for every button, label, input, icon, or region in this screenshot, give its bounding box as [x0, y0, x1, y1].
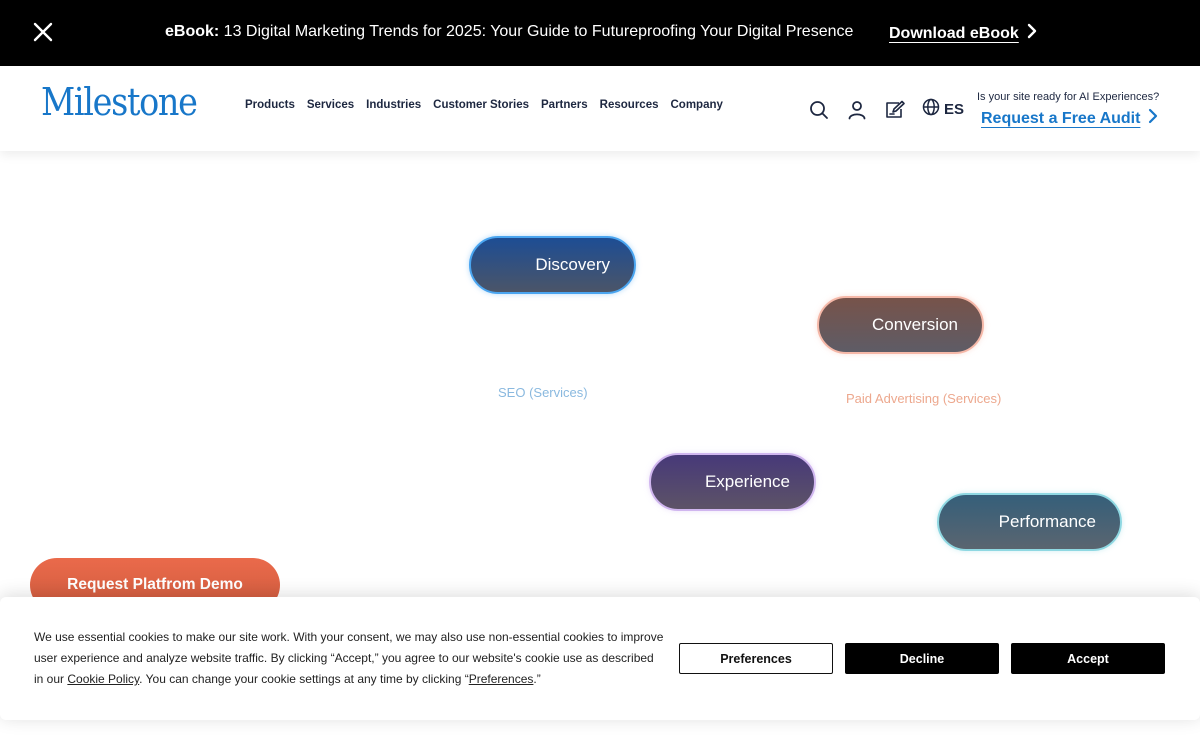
nav-products[interactable]: Products	[245, 99, 295, 111]
main-nav: Products Services Industries Customer St…	[245, 99, 735, 111]
accept-button[interactable]: Accept	[1011, 643, 1165, 674]
language-switcher[interactable]: ES	[922, 98, 964, 121]
performance-pill[interactable]: Performance	[937, 493, 1122, 551]
cookie-banner: We use essential cookies to make our sit…	[0, 597, 1200, 720]
user-icon[interactable]	[846, 99, 868, 121]
nav-partners[interactable]: Partners	[541, 99, 588, 111]
download-ebook-label: Download eBook	[889, 24, 1019, 42]
decline-button[interactable]: Decline	[845, 643, 999, 674]
experience-pill[interactable]: Experience	[649, 453, 816, 511]
promo-label: eBook:	[165, 23, 220, 40]
promo-title: 13 Digital Marketing Trends for 2025: Yo…	[219, 23, 854, 40]
language-label: ES	[944, 101, 965, 118]
download-ebook-link[interactable]: Download eBook	[889, 23, 1037, 44]
seo-services-link[interactable]: SEO (Services)	[498, 385, 588, 400]
globe-icon	[922, 98, 940, 121]
search-icon[interactable]	[808, 99, 830, 121]
header-icons: ES	[808, 98, 964, 121]
preferences-link[interactable]: Preferences	[469, 672, 534, 686]
discovery-pill[interactable]: Discovery	[469, 236, 636, 294]
preferences-button[interactable]: Preferences	[679, 643, 833, 674]
nav-industries[interactable]: Industries	[366, 99, 421, 111]
close-icon[interactable]	[32, 21, 54, 43]
cookie-text-2: . You can change your cookie settings at…	[139, 672, 469, 686]
nav-services[interactable]: Services	[307, 99, 354, 111]
cookie-message: We use essential cookies to make our sit…	[34, 627, 664, 690]
milestone-logo[interactable]: Milestone	[41, 80, 198, 124]
request-audit-link[interactable]: Request a Free Audit	[981, 108, 1158, 129]
site-header: Milestone Products Services Industries C…	[0, 66, 1200, 151]
paid-advertising-services-link[interactable]: Paid Advertising (Services)	[846, 391, 1001, 406]
chevron-right-icon	[1027, 23, 1037, 44]
audit-question: Is your site ready for AI Experiences?	[977, 91, 1160, 103]
promo-bar: eBook: 13 Digital Marketing Trends for 2…	[0, 0, 1200, 66]
conversion-pill[interactable]: Conversion	[817, 296, 984, 354]
nav-customer-stories[interactable]: Customer Stories	[433, 99, 529, 111]
chevron-right-icon	[1148, 108, 1158, 129]
cookie-text-3: .”	[533, 672, 541, 686]
cookie-policy-link[interactable]: Cookie Policy	[67, 672, 139, 686]
nav-resources[interactable]: Resources	[600, 99, 659, 111]
promo-text: eBook: 13 Digital Marketing Trends for 2…	[165, 23, 853, 41]
nav-company[interactable]: Company	[670, 99, 722, 111]
edit-icon[interactable]	[884, 99, 906, 121]
request-audit-label: Request a Free Audit	[981, 109, 1141, 127]
